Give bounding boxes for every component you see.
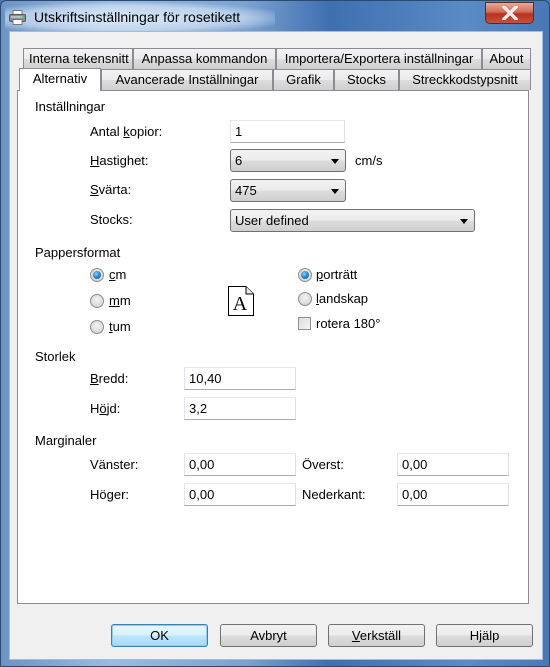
speed-unit-label: cm/s: [355, 153, 383, 168]
unit-tum-label[interactable]: tum: [109, 319, 131, 334]
help-button[interactable]: Hjälp: [436, 624, 533, 647]
copies-input[interactable]: 1: [230, 120, 345, 143]
orientation-landscape-radio[interactable]: [298, 292, 312, 306]
unit-tum-radio[interactable]: [90, 320, 104, 334]
speed-select[interactable]: 6: [230, 149, 346, 172]
dialog-window: Utskriftsinställningar för rosetikett In…: [0, 0, 550, 667]
margin-left-label: Vänster:: [90, 457, 139, 472]
margin-right-input[interactable]: 0,00: [184, 483, 296, 506]
chevron-down-icon: [331, 159, 339, 164]
orientation-portrait-label[interactable]: porträtt: [316, 267, 357, 282]
tab-grafik[interactable]: Grafik: [273, 69, 334, 90]
apply-button[interactable]: Verkställ: [328, 624, 425, 647]
section-pappersformat-label: Pappersformat: [35, 245, 127, 260]
tab-streckkodstypsnitt[interactable]: Streckkodstypsnitt: [399, 69, 531, 90]
stocks-label: Stocks:: [90, 212, 133, 227]
ok-button[interactable]: OK: [111, 624, 208, 647]
close-button[interactable]: [485, 2, 534, 24]
darkness-select[interactable]: 475: [230, 179, 346, 202]
section-divider: [36, 441, 518, 442]
tab-avancerade-installningar[interactable]: Avancerade Inställningar: [101, 69, 273, 90]
unit-cm-radio[interactable]: [90, 268, 104, 282]
stocks-select[interactable]: User defined: [230, 209, 475, 232]
unit-mm-label[interactable]: mm: [109, 293, 131, 308]
cancel-button[interactable]: Avbryt: [220, 624, 317, 647]
unit-cm-label[interactable]: cm: [109, 267, 126, 282]
tab-anpassa-kommandon[interactable]: Anpassa kommandon: [133, 48, 276, 69]
close-icon: [501, 6, 518, 20]
section-installningar-label: Inställningar: [35, 99, 112, 114]
margin-bottom-label: Nederkant:: [302, 487, 366, 502]
rotate-180-checkbox[interactable]: [298, 317, 311, 330]
section-marginaler-label: Marginaler: [35, 433, 103, 448]
chevron-down-icon: [331, 189, 339, 194]
darkness-label: Svärta:: [90, 182, 132, 197]
page-preview-glyph: A: [233, 293, 248, 315]
margin-right-label: Höger:: [90, 487, 130, 502]
tab-alternativ[interactable]: Alternativ: [19, 68, 101, 91]
chevron-down-icon: [460, 219, 468, 224]
rotate-180-label[interactable]: rotera 180°: [316, 316, 380, 331]
window-title: Utskriftsinställningar för rosetikett: [34, 9, 241, 25]
margin-top-input[interactable]: 0,00: [397, 453, 509, 476]
tab-importera-exportera[interactable]: Importera/Exportera inställningar: [276, 48, 482, 69]
width-label: Bredd:: [90, 371, 129, 386]
tab-interna-tekensnitt[interactable]: Interna tekensnitt: [23, 48, 133, 69]
unit-mm-radio[interactable]: [90, 294, 104, 308]
margin-bottom-input[interactable]: 0,00: [397, 483, 509, 506]
copies-label: Antal kopior:: [90, 124, 163, 139]
section-storlek-label: Storlek: [35, 349, 82, 364]
width-input[interactable]: 10,40: [184, 367, 296, 390]
section-divider: [36, 357, 518, 358]
tab-panel-alternativ: Inställningar Antal kopior: 1 Hastighet:…: [17, 90, 529, 604]
speed-label: Hastighet:: [90, 153, 149, 168]
margin-left-input[interactable]: 0,00: [184, 453, 296, 476]
page-letter-a-icon: A: [228, 286, 254, 316]
margin-top-label: Överst:: [302, 457, 344, 472]
height-input[interactable]: 3,2: [184, 397, 296, 420]
tab-stocks[interactable]: Stocks: [334, 69, 399, 90]
orientation-landscape-label[interactable]: landskap: [316, 291, 368, 306]
orientation-portrait-radio[interactable]: [298, 268, 312, 282]
height-label: Höjd:: [90, 401, 121, 416]
tab-about[interactable]: About: [482, 48, 531, 69]
printer-icon: [9, 10, 26, 25]
